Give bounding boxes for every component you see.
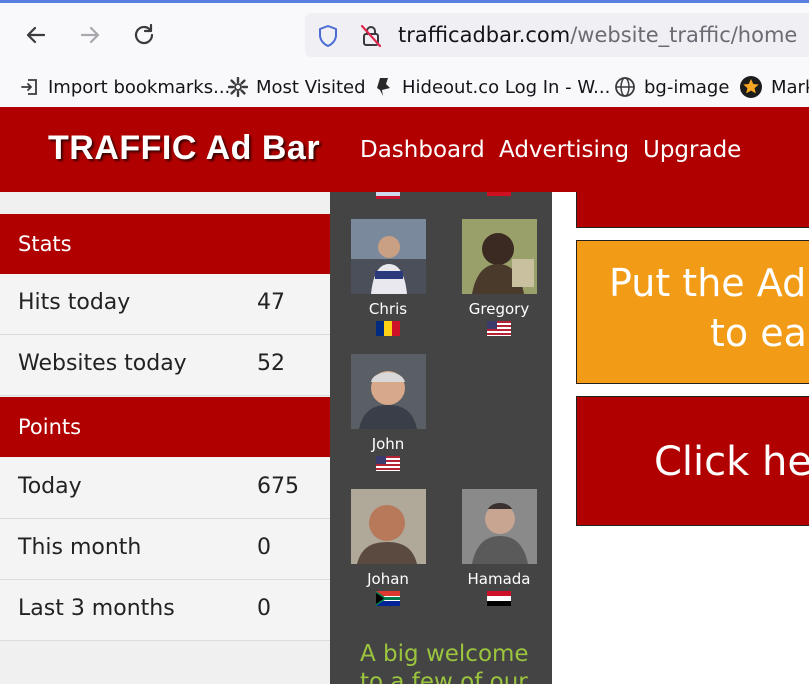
- hideout-icon: [377, 78, 390, 96]
- site-logo[interactable]: TRAFFIC Ad Bar: [48, 129, 320, 168]
- members-column: Chris Gregory John Johan Hamada A big we…: [330, 192, 552, 684]
- back-arrow-icon: [26, 26, 46, 44]
- reload-icon: [134, 23, 154, 45]
- usa-flag-icon: [376, 456, 400, 471]
- promo-ad-line2: to ear: [710, 311, 809, 355]
- member-card[interactable]: John: [350, 354, 426, 471]
- member-name: Johan: [367, 570, 409, 588]
- promo-box-top[interactable]: [576, 192, 809, 228]
- star-badge-icon: [740, 76, 762, 98]
- bookmark-bg-image[interactable]: bg-image: [614, 74, 729, 100]
- member-photo[interactable]: [461, 489, 537, 564]
- member-card[interactable]: Johan: [350, 489, 426, 606]
- points-label: Last 3 months: [18, 596, 175, 621]
- stat-label: Websites today: [18, 351, 187, 376]
- reload-button[interactable]: [128, 19, 160, 51]
- member-card[interactable]: Chris: [350, 219, 426, 336]
- points-row: Today 675: [0, 458, 330, 519]
- romania-flag-icon: [376, 321, 400, 336]
- welcome-text: A big welcome to a few of our: [360, 641, 529, 684]
- stats-panel: Stats Hits today 47 Websites today 52 Po…: [0, 192, 330, 684]
- forward-arrow-icon: [80, 26, 100, 44]
- promo-ad-line1: Put the Ad: [609, 261, 807, 305]
- promo-box-ad[interactable]: Put the Ad to ear: [576, 240, 809, 384]
- points-value: 0: [257, 596, 271, 621]
- stat-value: 52: [257, 351, 285, 376]
- member-photo[interactable]: [350, 219, 426, 294]
- member-name: Gregory: [468, 300, 530, 318]
- south-africa-flag-icon: [376, 591, 400, 606]
- promo-box-click[interactable]: Click he: [576, 396, 809, 526]
- promo-click-text: Click he: [654, 439, 809, 485]
- member-card[interactable]: Gregory: [461, 219, 537, 336]
- points-row: This month 0: [0, 519, 330, 580]
- shield-icon[interactable]: [317, 24, 339, 48]
- points-heading: Points: [0, 397, 330, 457]
- member-photo[interactable]: [350, 354, 426, 429]
- points-row: Last 3 months 0: [0, 580, 330, 641]
- points-value: 675: [257, 474, 299, 499]
- stat-row: Hits today 47: [0, 274, 330, 335]
- bookmark-mark[interactable]: Mark: [739, 74, 809, 100]
- url-host: trafficadbar.com: [398, 23, 571, 47]
- site-header: TRAFFIC Ad Bar Dashboard Advertising Upg…: [0, 107, 809, 192]
- partial-flag-icon: [376, 192, 400, 199]
- points-label: Today: [18, 474, 82, 499]
- bookmark-import[interactable]: Import bookmarks...: [20, 74, 230, 100]
- bookmark-label: Most Visited: [256, 76, 366, 98]
- member-name: Hamada: [467, 570, 531, 588]
- bookmark-label: Hideout.co Log In - W...: [402, 76, 611, 98]
- member-card[interactable]: Hamada: [461, 489, 537, 606]
- stat-value: 47: [257, 290, 285, 315]
- egypt-flag-icon: [487, 591, 511, 606]
- nav-advertising[interactable]: Advertising: [499, 137, 629, 163]
- browser-toolbar: trafficadbar.com/website_traffic/home: [0, 3, 809, 66]
- back-button[interactable]: [20, 19, 52, 51]
- bookmark-label: Import bookmarks...: [48, 76, 231, 98]
- points-value: 0: [257, 535, 271, 560]
- address-bar[interactable]: trafficadbar.com/website_traffic/home: [305, 13, 809, 57]
- nav-upgrade[interactable]: Upgrade: [643, 137, 741, 163]
- stats-heading: Stats: [0, 214, 330, 274]
- points-label: This month: [18, 535, 142, 560]
- nav-dashboard[interactable]: Dashboard: [360, 137, 485, 163]
- bookmark-label: Mark: [771, 76, 809, 98]
- stat-row: Websites today 52: [0, 335, 330, 396]
- import-icon: [21, 79, 37, 95]
- usa-flag-icon: [487, 321, 511, 336]
- member-name: John: [371, 435, 405, 453]
- member-name: Chris: [368, 300, 408, 318]
- url-path: /website_traffic/home: [570, 23, 798, 47]
- bookmark-label: bg-image: [644, 76, 730, 98]
- gear-icon: [228, 77, 248, 97]
- member-photo[interactable]: [461, 219, 537, 294]
- promo-panel: Put the Ad to ear Click he: [552, 192, 809, 684]
- bookmarks-bar: Import bookmarks... Most Visited Hideout…: [0, 66, 809, 107]
- url-text[interactable]: trafficadbar.com/website_traffic/home: [398, 24, 797, 46]
- insecure-lock-icon[interactable]: [359, 23, 383, 49]
- stat-label: Hits today: [18, 290, 131, 315]
- member-photo[interactable]: [350, 489, 426, 564]
- partial-flag-icon: [487, 192, 511, 196]
- bookmark-hideout[interactable]: Hideout.co Log In - W...: [374, 74, 610, 100]
- globe-icon: [615, 77, 635, 97]
- forward-button[interactable]: [74, 19, 106, 51]
- bookmark-most-visited[interactable]: Most Visited: [228, 74, 366, 100]
